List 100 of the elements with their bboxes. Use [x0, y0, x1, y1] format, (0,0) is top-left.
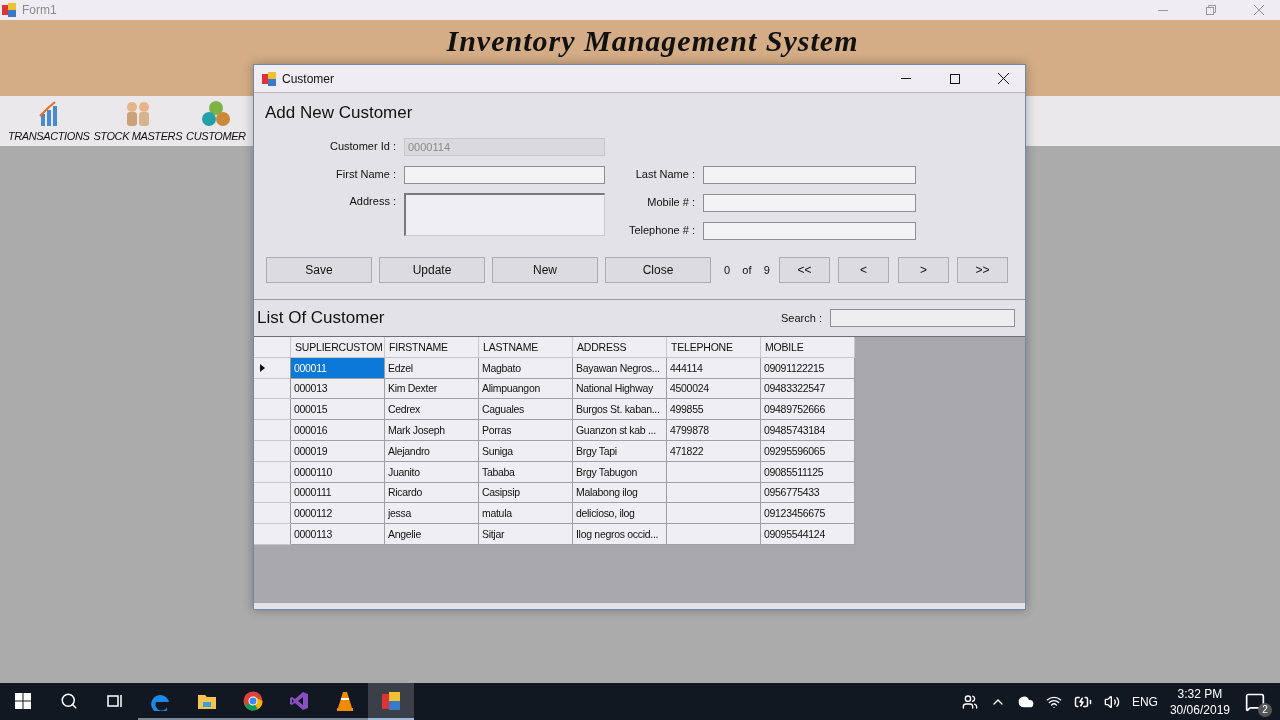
- table-cell[interactable]: delicioso, ilog: [573, 503, 667, 525]
- table-cell[interactable]: [667, 503, 761, 525]
- table-cell[interactable]: 0000110: [291, 461, 385, 483]
- table-cell[interactable]: Cedrex: [385, 399, 479, 421]
- table-cell[interactable]: 09091122215: [761, 357, 855, 379]
- table-cell[interactable]: Casipsip: [479, 482, 573, 504]
- table-cell[interactable]: 0956775433: [761, 482, 855, 504]
- table-cell[interactable]: Angelie: [385, 524, 479, 545]
- table-cell[interactable]: 499855: [667, 399, 761, 421]
- toolbar-button[interactable]: TRANSACTIONS: [6, 100, 92, 142]
- task-view-icon: [106, 692, 124, 709]
- table-cell[interactable]: Kim Dexter: [385, 378, 479, 400]
- navigation-button[interactable]: >>: [956, 257, 1008, 283]
- navigation-button[interactable]: >: [897, 257, 949, 283]
- table-cell[interactable]: matula: [479, 503, 573, 525]
- search-icon: [60, 691, 78, 710]
- table-cell[interactable]: Edzel: [385, 357, 479, 379]
- field-label: Mobile # :: [646, 196, 695, 208]
- table-cell[interactable]: [667, 524, 761, 545]
- table-cell[interactable]: Guanzon st kab ...: [573, 420, 667, 441]
- toolbar-button[interactable]: CUSTOMER: [184, 100, 248, 142]
- table-cell[interactable]: 444114: [667, 357, 761, 379]
- form-heading: Add New Customer: [265, 103, 414, 123]
- taskbar-app[interactable]: [368, 683, 414, 720]
- table-cell[interactable]: 000013: [291, 378, 385, 400]
- column-header[interactable]: ADDRESS: [573, 337, 667, 358]
- table-cell[interactable]: jessa: [385, 503, 479, 525]
- toolbar-button[interactable]: STOCK MASTERS: [91, 100, 185, 142]
- table-cell[interactable]: Juanito: [385, 461, 479, 483]
- input-field[interactable]: [703, 222, 916, 240]
- table-cell[interactable]: Porras: [479, 420, 573, 441]
- minimize-icon[interactable]: [900, 78, 911, 79]
- traffic-cone-icon: [336, 690, 354, 711]
- table-cell[interactable]: 4500024: [667, 378, 761, 400]
- address-field[interactable]: [404, 193, 605, 236]
- search-field[interactable]: [830, 309, 1015, 327]
- search-label: Search :: [781, 312, 822, 324]
- table-cell[interactable]: [667, 461, 761, 483]
- table-cell[interactable]: 471822: [667, 441, 761, 462]
- dialog-title: Customer: [282, 71, 334, 86]
- table-cell[interactable]: 000019: [291, 441, 385, 462]
- banner-title: Inventory Management System: [446, 24, 859, 58]
- table-cell[interactable]: Ilog negros occid...: [573, 524, 667, 545]
- column-header[interactable]: LASTNAME: [479, 337, 573, 358]
- input-field[interactable]: [703, 194, 916, 212]
- table-cell[interactable]: 09483322547: [761, 378, 855, 400]
- field-label: First Name :: [335, 168, 396, 180]
- navigation-button[interactable]: <: [837, 257, 889, 283]
- table-cell[interactable]: 0000112: [291, 503, 385, 525]
- table-cell[interactable]: Tababa: [479, 461, 573, 483]
- field-label: Address :: [348, 194, 396, 207]
- table-cell[interactable]: Brgy Tapi: [573, 441, 667, 462]
- close-icon[interactable]: [998, 73, 1009, 84]
- input-field[interactable]: [404, 166, 605, 184]
- column-header[interactable]: FIRSTNAME: [385, 337, 479, 358]
- table-cell[interactable]: Ricardo: [385, 482, 479, 504]
- table-cell[interactable]: 09485743184: [761, 420, 855, 441]
- table-cell[interactable]: Sitjar: [479, 524, 573, 545]
- column-header[interactable]: MOBILE: [761, 337, 855, 358]
- table-cell[interactable]: Caguales: [479, 399, 573, 421]
- table-cell[interactable]: Mark Joseph: [385, 420, 479, 441]
- app-icon: [2, 3, 16, 17]
- field-label: Customer Id :: [328, 140, 396, 152]
- navigation-button[interactable]: <<: [778, 257, 830, 283]
- row-header[interactable]: [254, 357, 291, 379]
- clock[interactable]: 3:32 PM 30/06/2019: [1169, 685, 1230, 718]
- windows-logo-icon: [15, 692, 31, 709]
- input-field[interactable]: [703, 166, 916, 184]
- table-cell[interactable]: 4799878: [667, 420, 761, 441]
- table-cell[interactable]: National Highway: [573, 378, 667, 400]
- table-cell[interactable]: Bayawan Negros...: [573, 357, 667, 379]
- table-cell[interactable]: Burgos St. kaban...: [573, 399, 667, 421]
- table-cell[interactable]: 000011: [291, 357, 385, 379]
- language-indicator[interactable]: ENG: [1131, 694, 1158, 709]
- restore-icon[interactable]: [1206, 5, 1216, 15]
- table-cell[interactable]: 09085511125: [761, 461, 855, 483]
- table-cell[interactable]: Malabong ilog: [573, 482, 667, 504]
- table-cell[interactable]: Alimpuangon: [479, 378, 573, 400]
- action-button[interactable]: New: [492, 257, 598, 283]
- action-button[interactable]: Close: [605, 257, 711, 283]
- table-cell[interactable]: 0000113: [291, 524, 385, 545]
- column-header[interactable]: TELEPHONE: [667, 337, 761, 358]
- table-cell[interactable]: Brgy Tabugon: [573, 461, 667, 483]
- table-cell[interactable]: [667, 482, 761, 504]
- table-cell[interactable]: 000015: [291, 399, 385, 421]
- table-cell[interactable]: 000016: [291, 420, 385, 441]
- action-button[interactable]: Update: [379, 257, 485, 283]
- table-cell[interactable]: 09123456675: [761, 503, 855, 525]
- volume-icon[interactable]: [1103, 693, 1120, 710]
- column-header[interactable]: SUPLIERCUSTOM: [291, 337, 385, 358]
- table-cell[interactable]: 09095544124: [761, 524, 855, 545]
- maximize-icon[interactable]: [949, 73, 960, 84]
- table-cell[interactable]: 09489752666: [761, 399, 855, 421]
- action-button[interactable]: Save: [266, 257, 372, 283]
- table-cell[interactable]: Alejandro: [385, 441, 479, 462]
- table-cell[interactable]: 0000111: [291, 482, 385, 504]
- table-cell[interactable]: Suniga: [479, 441, 573, 462]
- table-cell[interactable]: 09295596065: [761, 441, 855, 462]
- people-icon[interactable]: [961, 693, 978, 710]
- table-cell[interactable]: Magbato: [479, 357, 573, 379]
